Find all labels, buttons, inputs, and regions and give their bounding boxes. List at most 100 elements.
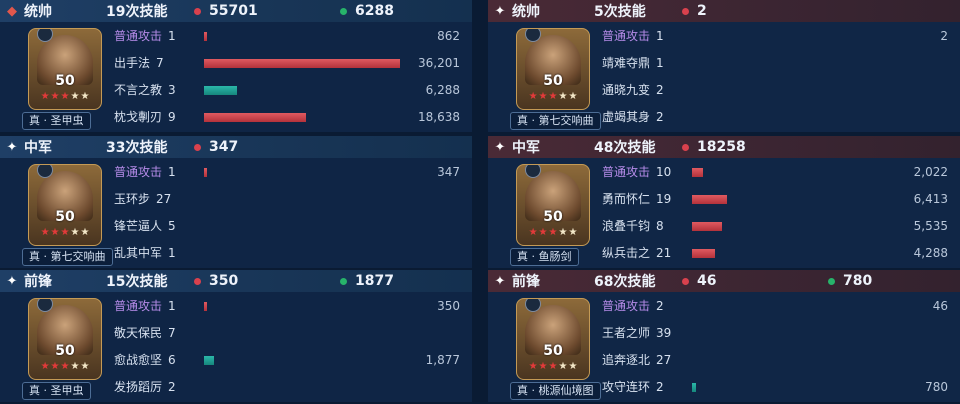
panel-header: ✦ 前锋 68次技能 46 780 (488, 270, 960, 292)
skill-count: 2 (656, 380, 664, 394)
skill-name: 纵兵击之 (602, 246, 651, 260)
skill-row: 普通攻击 10 2,022 (602, 162, 948, 182)
star-icon: ★ (70, 361, 80, 372)
star-icon: ★ (548, 91, 558, 102)
skill-row: 玉环步 27 (114, 189, 460, 209)
skill-row: 愈战愈坚 6 1,877 (114, 350, 460, 370)
star-icon: ★ (40, 91, 50, 102)
skill-cast-count: 5次技能 (594, 4, 646, 20)
star-icon: ★ (568, 227, 578, 238)
skill-value: 2 (940, 29, 948, 43)
sparkle-icon: ✦ (494, 273, 506, 289)
role-label: 统帅 (24, 4, 52, 20)
general-portrait[interactable]: 50 ★ ★ ★ ★ ★ (28, 28, 102, 110)
skill-name: 普通攻击 (602, 299, 651, 313)
skill-row: 不言之教 3 6,288 (114, 80, 460, 100)
heal-dot-icon (340, 277, 347, 285)
equipment-label[interactable]: 真 · 鱼肠剑 (510, 248, 579, 266)
heal-dot-icon (828, 277, 835, 285)
skill-name: 敬天保民 (114, 326, 163, 340)
skill-value: 36,201 (418, 56, 460, 70)
skill-row: 靖难夺鼎 1 (602, 53, 948, 73)
damage-value: 46 (697, 273, 717, 289)
skill-count: 1 (656, 29, 664, 43)
skill-row: 勇而怀仁 19 6,413 (602, 189, 948, 209)
skill-row: 普通攻击 1 2 (602, 26, 948, 46)
skill-cast-count: 48次技能 (594, 140, 656, 156)
heal-dot-icon (340, 7, 347, 15)
star-icon: ★ (558, 227, 568, 238)
star-icon: ★ (80, 227, 90, 238)
level-label: 50 (543, 343, 563, 359)
level-label: 50 (55, 73, 75, 89)
role-label: 中军 (512, 140, 540, 156)
sparkle-icon: ✦ (6, 273, 18, 289)
star-icon: ★ (528, 227, 538, 238)
skill-count: 1 (168, 165, 176, 179)
skill-name: 玉环步 (114, 192, 151, 206)
skill-row: 锋芒逼人 5 (114, 216, 460, 236)
star-icon: ★ (40, 227, 50, 238)
equipment-label[interactable]: 真 · 第七交响曲 (510, 112, 601, 130)
skill-name: 勇而怀仁 (602, 192, 651, 206)
commander-emblem-icon: ◆ (7, 3, 17, 19)
damage-bar (204, 32, 207, 41)
skill-row: 出手法 7 36,201 (114, 53, 460, 73)
damage-dot-icon (194, 7, 201, 15)
role-label: 统帅 (512, 4, 540, 20)
skill-count: 8 (656, 219, 664, 233)
damage-bar (204, 59, 400, 68)
skill-value: 347 (437, 165, 460, 179)
star-icon: ★ (70, 91, 80, 102)
skill-cast-count: 68次技能 (594, 274, 656, 290)
star-icon: ★ (60, 227, 70, 238)
damage-total: 18258 (682, 139, 828, 155)
skill-row: 通晓九变 2 (602, 80, 948, 100)
level-label: 50 (543, 209, 563, 225)
star-icon: ★ (40, 361, 50, 372)
skill-row: 枕戈剸刃 9 18,638 (114, 107, 460, 127)
skill-count: 1 (168, 299, 176, 313)
skill-row: 纵兵击之 21 4,288 (602, 243, 948, 263)
star-rating: ★ ★ ★ ★ ★ (35, 227, 95, 239)
heal-bar (692, 383, 696, 392)
damage-dot-icon (194, 143, 201, 151)
equipment-label[interactable]: 真 · 桃源仙境图 (510, 382, 601, 400)
skill-count: 1 (168, 246, 176, 260)
general-portrait[interactable]: 50 ★ ★ ★ ★ ★ (516, 164, 590, 246)
skill-cast-count: 19次技能 (106, 4, 168, 20)
heal-value: 6288 (355, 3, 394, 19)
damage-bar (692, 168, 703, 177)
damage-bar (204, 168, 207, 177)
skill-count: 7 (168, 326, 176, 340)
skill-count: 19 (656, 192, 672, 206)
panel-body: 50 ★ ★ ★ ★ ★ 真 · 圣甲虫 普通攻击 1 350 敬天保民 7 愈战愈坚 6 1,877 发扬蹈… (0, 292, 472, 402)
general-portrait[interactable]: 50 ★ ★ ★ ★ ★ (516, 28, 590, 110)
level-label: 50 (55, 209, 75, 225)
skill-name: 浪叠千钧 (602, 219, 651, 233)
level-label: 50 (543, 73, 563, 89)
damage-value: 55701 (209, 3, 258, 19)
skill-row: 普通攻击 2 46 (602, 296, 948, 316)
general-portrait[interactable]: 50 ★ ★ ★ ★ ★ (28, 298, 102, 380)
damage-bar (692, 195, 727, 204)
equipment-label[interactable]: 真 · 圣甲虫 (22, 112, 91, 130)
general-portrait[interactable]: 50 ★ ★ ★ ★ ★ (28, 164, 102, 246)
equipment-label[interactable]: 真 · 圣甲虫 (22, 382, 91, 400)
star-icon: ★ (528, 361, 538, 372)
star-icon: ★ (548, 361, 558, 372)
skill-value: 862 (437, 29, 460, 43)
panel-body: 50 ★ ★ ★ ★ ★ 真 · 桃源仙境图 普通攻击 2 46 王者之师 39 追奔逐北 27 攻守连环 2… (488, 292, 960, 402)
skill-name: 普通攻击 (114, 299, 163, 313)
star-icon: ★ (70, 227, 80, 238)
equipment-label[interactable]: 真 · 第七交响曲 (22, 248, 113, 266)
skill-value: 6,413 (913, 192, 948, 206)
heal-bar (204, 86, 237, 95)
skill-count: 2 (168, 380, 176, 394)
star-icon: ★ (558, 361, 568, 372)
sparkle-icon: ✦ (494, 3, 506, 19)
skill-count: 2 (656, 83, 664, 97)
skill-row: 虚竭其身 2 (602, 107, 948, 127)
general-portrait[interactable]: 50 ★ ★ ★ ★ ★ (516, 298, 590, 380)
star-icon: ★ (60, 91, 70, 102)
